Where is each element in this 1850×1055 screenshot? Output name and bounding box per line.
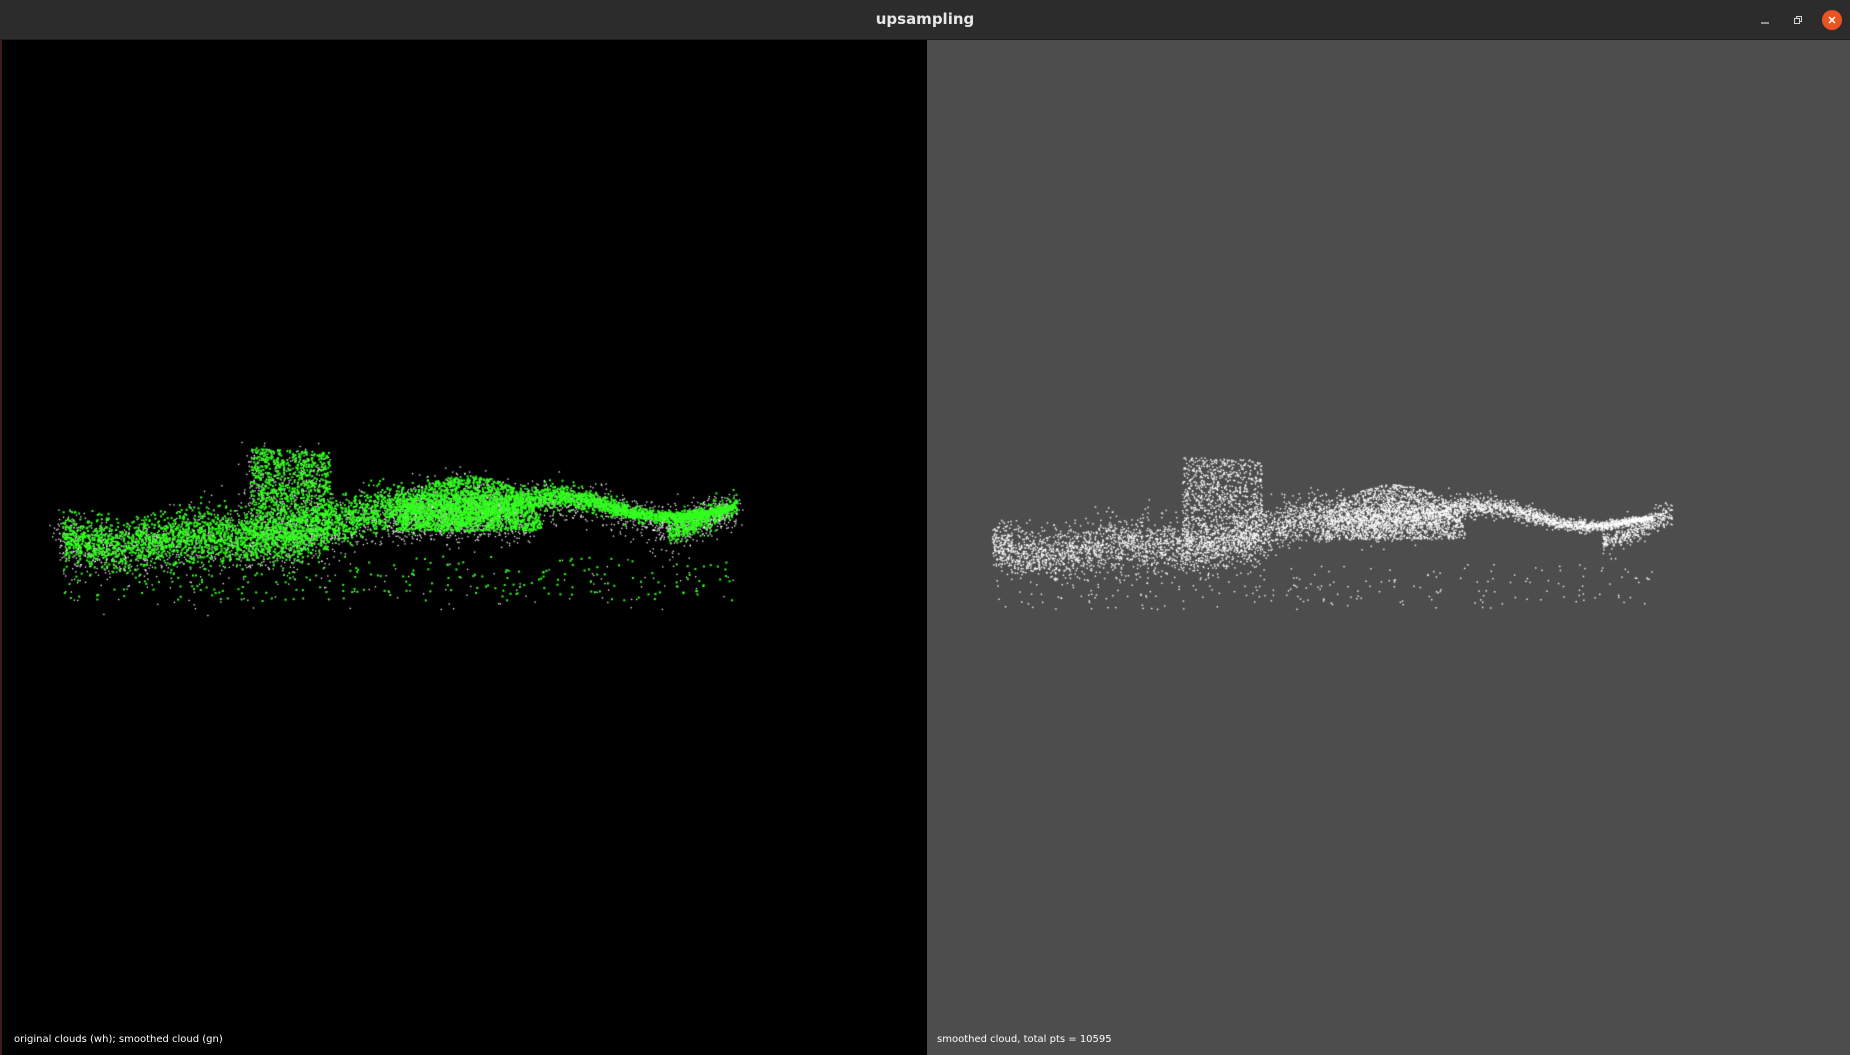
restore-button[interactable] [1788, 10, 1808, 30]
restore-icon [1794, 16, 1802, 24]
right-viewport-label: smoothed cloud, total pts = 10595 [937, 1034, 1112, 1045]
minimize-icon [1761, 22, 1769, 24]
minimize-button[interactable] [1755, 10, 1775, 30]
application-window: upsampling original clouds (wh); smoothe… [0, 0, 1850, 1055]
left-viewport-label: original clouds (wh); smoothed cloud (gn… [14, 1034, 223, 1045]
original-and-smoothed-point-cloud[interactable] [2, 40, 927, 1055]
close-button[interactable] [1822, 10, 1842, 30]
window-title: upsampling [875, 10, 975, 28]
right-viewport[interactable]: smoothed cloud, total pts = 10595 [927, 40, 1850, 1055]
close-icon [1828, 16, 1836, 24]
smoothed-point-cloud[interactable] [927, 40, 1850, 1055]
left-viewport[interactable]: original clouds (wh); smoothed cloud (gn… [2, 40, 927, 1055]
title-bar[interactable]: upsampling [0, 0, 1850, 40]
